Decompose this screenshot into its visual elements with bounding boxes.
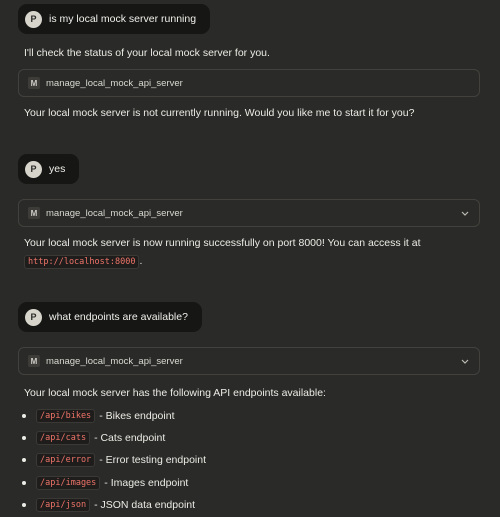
endpoint-path: /api/error xyxy=(36,453,96,468)
user-message-text: yes xyxy=(49,163,66,175)
user-message-text: what endpoints are available? xyxy=(49,311,188,323)
bullet-icon xyxy=(22,502,26,507)
endpoints-list: /api/bikes - Bikes endpoint /api/cats - … xyxy=(22,405,206,516)
endpoint-description: - Bikes endpoint xyxy=(99,410,175,423)
tool-icon: M xyxy=(28,207,40,219)
tool-icon: M xyxy=(28,355,40,367)
tool-call-card[interactable]: M manage_local_mock_api_server xyxy=(18,347,480,375)
tool-call-name: manage_local_mock_api_server xyxy=(46,207,183,219)
user-avatar: P xyxy=(25,10,42,28)
tool-call-name: manage_local_mock_api_server xyxy=(46,355,183,367)
tool-icon: M xyxy=(28,77,40,89)
user-message: P yes xyxy=(18,154,80,184)
endpoint-path: /api/images xyxy=(36,475,101,490)
user-avatar: P xyxy=(25,160,42,178)
list-item: /api/bikes - Bikes endpoint xyxy=(22,405,206,427)
tool-call-card[interactable]: M manage_local_mock_api_server xyxy=(18,199,480,227)
endpoint-path: /api/cats xyxy=(36,431,91,446)
tool-call-name: manage_local_mock_api_server xyxy=(46,77,183,89)
endpoint-description: - Error testing endpoint xyxy=(99,454,206,467)
user-message-text: is my local mock server running xyxy=(49,13,197,25)
bullet-icon xyxy=(22,458,26,463)
bullet-icon xyxy=(22,436,26,441)
endpoint-path: /api/bikes xyxy=(36,409,96,424)
endpoint-description: - Cats endpoint xyxy=(94,432,166,445)
bullet-icon xyxy=(22,414,26,419)
user-avatar: P xyxy=(25,308,42,326)
assistant-message-text: I'll check the status of your local mock… xyxy=(24,47,270,59)
user-message: P is my local mock server running xyxy=(18,4,211,34)
list-item: /api/json - JSON data endpoint xyxy=(22,494,206,516)
inline-code-url: http://localhost:8000 xyxy=(24,255,140,269)
endpoint-description: - JSON data endpoint xyxy=(94,498,196,511)
list-item: /api/error - Error testing endpoint xyxy=(22,449,206,471)
assistant-message-continuation: http://localhost:8000. xyxy=(24,254,142,269)
bullet-icon xyxy=(22,480,26,485)
user-message: P what endpoints are available? xyxy=(18,302,202,332)
assistant-message-text: Your local mock server is now running su… xyxy=(24,237,421,249)
chevron-down-icon[interactable] xyxy=(460,356,470,366)
tool-call-card[interactable]: M manage_local_mock_api_server xyxy=(18,69,480,97)
assistant-message-text: Your local mock server is not currently … xyxy=(24,107,415,119)
chevron-down-icon[interactable] xyxy=(460,208,470,218)
list-item: /api/images - Images endpoint xyxy=(22,472,206,494)
assistant-message-text: Your local mock server has the following… xyxy=(24,387,326,399)
sentence-end: . xyxy=(139,255,143,267)
endpoint-description: - Images endpoint xyxy=(104,476,189,489)
endpoint-path: /api/json xyxy=(36,497,91,512)
list-item: /api/cats - Cats endpoint xyxy=(22,427,206,449)
